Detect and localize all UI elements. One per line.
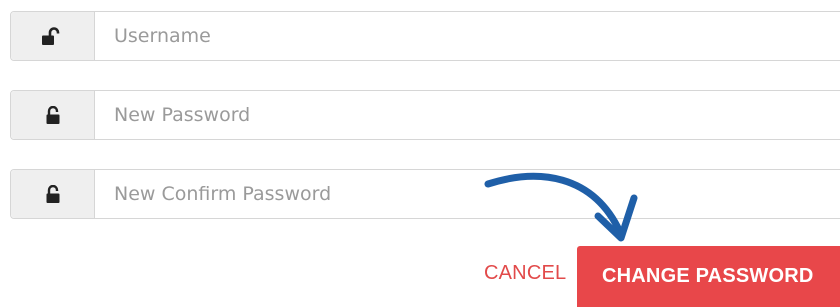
- username-input[interactable]: [95, 12, 840, 60]
- confirm-password-input-group: [10, 169, 840, 219]
- change-password-button[interactable]: CHANGE PASSWORD: [577, 246, 840, 307]
- unlock-icon: [11, 12, 95, 60]
- unlock-icon: [11, 91, 95, 139]
- cancel-button[interactable]: CANCEL: [484, 262, 566, 285]
- username-input-group: [10, 11, 840, 61]
- confirm-password-input[interactable]: [95, 170, 840, 218]
- unlock-icon: [11, 170, 95, 218]
- new-password-input[interactable]: [95, 91, 840, 139]
- new-password-input-group: [10, 90, 840, 140]
